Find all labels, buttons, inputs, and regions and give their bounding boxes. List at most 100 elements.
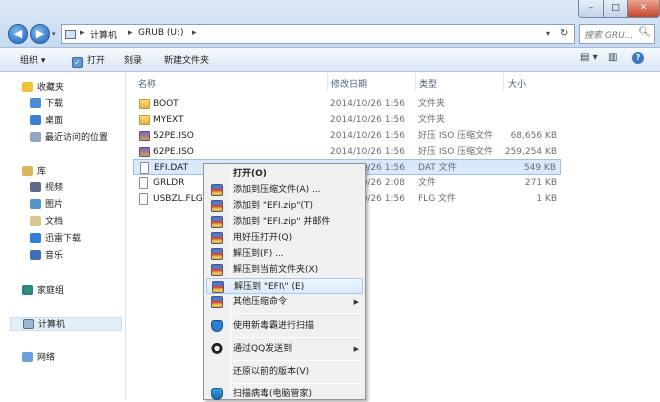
sidebar-label: 桌面 xyxy=(45,116,64,126)
menu-item-add-archive[interactable]: 添加到压缩文件(A) ... xyxy=(206,182,363,198)
refresh-icon[interactable]: ↻ xyxy=(560,28,568,39)
file-size: 271 KB xyxy=(524,178,557,188)
sidebar-homegroup[interactable]: 家庭组 xyxy=(22,284,64,298)
menu-item-label: 使用新毒霸进行扫描 xyxy=(233,321,315,331)
pictures-icon xyxy=(30,199,41,209)
haozip-icon xyxy=(211,216,223,228)
forward-arrow-icon: ▶ xyxy=(35,27,45,40)
back-button[interactable]: ◀ xyxy=(8,24,28,44)
menu-separator xyxy=(234,313,363,314)
sidebar-item-desktop[interactable]: 桌面 xyxy=(30,114,63,128)
sidebar-favorites[interactable]: 收藏夹 xyxy=(22,81,64,95)
iso-archive-icon xyxy=(139,131,150,141)
sidebar-item-thunder[interactable]: 迅雷下载 xyxy=(30,232,81,246)
help-button[interactable]: ? xyxy=(632,52,644,64)
open-icon: ✓ xyxy=(72,57,83,68)
menu-item-other-commands[interactable]: 其他压缩命令 ▶ xyxy=(206,294,363,310)
menu-item-open-with-haozip[interactable]: 用好压打开(Q) xyxy=(206,230,363,246)
open-button[interactable]: ✓ 打开 xyxy=(72,53,105,68)
file-size: 549 KB xyxy=(523,163,556,173)
organize-button[interactable]: 组织 ▾ xyxy=(20,53,45,66)
search-box[interactable]: 搜索 GRU... 🔍︎ xyxy=(579,24,655,44)
breadcrumb-computer[interactable]: 计算机 xyxy=(90,28,117,41)
minimize-button[interactable]: – xyxy=(578,0,604,18)
sidebar-item-pictures[interactable]: 图片 xyxy=(30,198,63,212)
sidebar-label: 网络 xyxy=(37,353,56,363)
file-row[interactable]: 62PE.ISO 2014/10/26 1:56 好压 ISO 压缩文件 259… xyxy=(133,144,561,160)
recent-pages-dropdown[interactable]: ▾ xyxy=(52,30,56,38)
haozip-icon xyxy=(211,184,223,196)
folder-icon xyxy=(139,99,150,109)
sidebar-item-videos[interactable]: 视频 xyxy=(30,181,63,195)
breadcrumb-separator[interactable]: ▸ xyxy=(192,28,197,38)
close-button[interactable]: ✕ xyxy=(627,0,660,18)
menu-item-restore-previous[interactable]: 还原以前的版本(V) xyxy=(206,364,363,380)
breadcrumb-drive[interactable]: GRUB (U:) xyxy=(138,28,184,38)
column-header-type[interactable]: 类型 xyxy=(419,77,437,95)
file-name: MYEXT xyxy=(153,115,184,125)
open-label: 打开 xyxy=(87,56,106,66)
file-row[interactable]: MYEXT 2014/10/26 1:56 文件夹 xyxy=(133,112,561,128)
file-name: GRLDR xyxy=(153,178,185,188)
address-bar[interactable]: ▸ 计算机 ▸ GRUB (U:) ▸ ▾ xyxy=(61,24,575,44)
computer-icon xyxy=(65,30,76,39)
column-divider[interactable] xyxy=(327,73,328,91)
menu-item-extract-here[interactable]: 解压到当前文件夹(X) xyxy=(206,262,363,278)
menu-item-scan-duba[interactable]: 使用新毒霸进行扫描 xyxy=(206,318,363,334)
desktop-icon xyxy=(30,115,41,125)
menu-item-send-qq[interactable]: 通过QQ发送到 ▶ xyxy=(206,341,363,357)
file-size: 68,656 KB xyxy=(510,131,557,141)
sidebar-libraries[interactable]: 库 xyxy=(22,165,46,179)
file-date: 2014/10/26 1:56 xyxy=(330,131,405,141)
thunder-download-icon xyxy=(30,233,41,243)
network-icon xyxy=(22,352,33,362)
menu-item-extract-to[interactable]: 解压到(F) ... xyxy=(206,246,363,262)
file-row[interactable]: BOOT 2014/10/26 1:56 文件夹 xyxy=(133,96,561,112)
file-icon xyxy=(140,162,149,174)
column-header-size[interactable]: 大小 xyxy=(508,77,526,95)
qq-penguin-icon xyxy=(211,343,223,355)
menu-item-label: 解压到当前文件夹(X) xyxy=(233,265,319,275)
preview-pane-button[interactable]: ▥ xyxy=(608,52,617,63)
breadcrumb-separator[interactable]: ▸ xyxy=(128,28,133,38)
menu-item-label: 添加到 "EFI.zip"(T) xyxy=(233,201,313,211)
sidebar-item-downloads[interactable]: 下载 xyxy=(30,97,63,111)
sidebar-item-music[interactable]: 音乐 xyxy=(30,249,63,263)
sidebar-item-recent[interactable]: 最近访问的位置 xyxy=(30,131,108,145)
haozip-icon xyxy=(211,264,223,276)
column-header-name[interactable]: 名称 xyxy=(138,77,156,95)
maximize-button[interactable]: □ xyxy=(603,0,628,18)
maximize-icon: □ xyxy=(611,3,620,13)
back-arrow-icon: ◀ xyxy=(13,27,23,40)
file-name: BOOT xyxy=(153,99,179,109)
view-options-button[interactable]: ▤ ▾ xyxy=(580,52,598,63)
column-divider[interactable] xyxy=(415,73,416,91)
menu-item-extract-to-efi[interactable]: 解压到 "EFI\" (E) xyxy=(206,278,363,294)
sidebar-network[interactable]: 网络 xyxy=(22,351,55,365)
minimize-icon: – xyxy=(588,3,594,13)
sidebar-item-documents[interactable]: 文档 xyxy=(30,215,63,229)
menu-item-add-zip-mail[interactable]: 添加到 "EFI.zip" 并邮件 xyxy=(206,214,363,230)
breadcrumb-separator[interactable]: ▸ xyxy=(80,28,85,38)
file-size: 1 KB xyxy=(536,194,557,204)
sidebar-computer[interactable]: 计算机 xyxy=(10,317,122,331)
downloads-icon xyxy=(30,98,41,108)
haozip-icon xyxy=(211,296,223,308)
column-divider[interactable] xyxy=(503,73,504,91)
sidebar-label: 计算机 xyxy=(38,320,66,330)
file-icon xyxy=(139,193,148,205)
file-row[interactable]: 52PE.ISO 2014/10/26 1:56 好压 ISO 压缩文件 68,… xyxy=(133,128,561,144)
sidebar-label: 音乐 xyxy=(45,251,64,261)
column-header-date[interactable]: 修改日期 xyxy=(331,77,367,95)
file-name: 52PE.ISO xyxy=(153,131,194,141)
submenu-arrow-icon: ▶ xyxy=(353,345,359,353)
menu-separator xyxy=(234,383,363,384)
menu-item-label: 还原以前的版本(V) xyxy=(233,367,310,377)
new-folder-button[interactable]: 新建文件夹 xyxy=(164,53,209,66)
videos-icon xyxy=(30,182,41,192)
forward-button[interactable]: ▶ xyxy=(30,24,50,44)
menu-item-open[interactable]: 打开(O) xyxy=(206,166,363,182)
menu-item-add-zip[interactable]: 添加到 "EFI.zip"(T) xyxy=(206,198,363,214)
burn-button[interactable]: 刻录 xyxy=(124,53,142,66)
address-dropdown-icon[interactable]: ▾ xyxy=(546,29,550,38)
